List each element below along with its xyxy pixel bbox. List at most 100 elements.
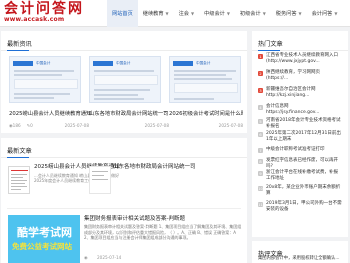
hot-article-item[interactable]: 3 新疆维吾尔自治区会计网 http://kzj.xinjiang... xyxy=(258,87,342,99)
news-thumbnail: 中国会计 xyxy=(169,56,241,103)
chevron-down-icon: ▼ xyxy=(165,11,169,16)
rank-badge: 11 xyxy=(258,201,263,207)
rank-badge: 10 xyxy=(258,185,263,191)
rank-badge: 3 xyxy=(258,87,263,93)
nav-label: 网站首页 xyxy=(112,11,133,17)
thumb-line xyxy=(14,70,74,72)
nav-label: 注会 xyxy=(178,11,189,17)
panel-divider xyxy=(1,50,247,51)
chevron-down-icon: ▼ xyxy=(262,11,266,16)
article-title[interactable]: 山东各地市财政局会计网站统一司 xyxy=(113,162,196,170)
latest-news-panel: 最新资讯 中国会计 2025崂山县会计人员继续教育通知 ◉ 186 ✎ 0 20… xyxy=(1,31,247,133)
hot-article-item[interactable]: 10 20x8年，某企业外币账户期末余额折算 xyxy=(258,185,342,197)
nav-label: 税务问答 xyxy=(275,11,297,17)
news-card-meta: 2025-07-08 xyxy=(89,123,169,128)
hot-article-link[interactable]: 会计信息网 https://jsy.finance.gov... xyxy=(266,104,342,116)
thumb-block xyxy=(174,83,238,93)
nav-accounting-qa[interactable]: 会计问答 ▼ xyxy=(307,0,343,27)
news-card-date: 2025-07-08 xyxy=(144,123,169,128)
hot-article-item[interactable]: 8 发票红字信息表已经作废，可以再开吗? xyxy=(258,158,342,170)
site-header: 会计问答网 www.accask.com 网站首页 继续教育 ▼ 注会 ▼ 中级会计… xyxy=(0,0,350,27)
promo-banner[interactable]: 酷学考试网 免费公益考试网站 xyxy=(8,215,80,263)
thumb-line xyxy=(14,93,70,95)
featured-article-meta: ◉ 2025-07-14 xyxy=(84,255,121,260)
hot-article-link[interactable]: 新疆维吾尔自治区会计网 http://kzj.xinjiang... xyxy=(266,87,342,99)
nav-continuing-education[interactable]: 继续教育 ▼ xyxy=(138,0,174,27)
logo-title: 会计问答网 xyxy=(4,1,84,17)
nav-junior-accounting[interactable]: 初级会计 ▼ xyxy=(235,0,271,27)
hot-article-link[interactable]: 2025年第二次2017年12月31日前出1年以上期末 xyxy=(266,131,342,143)
thumb-badge: 中国会计 xyxy=(196,61,211,65)
latest-articles-panel: 最新文章 2025崂山县会计人员继续教育通知 ...会计人员继续教育通知 崂山县… xyxy=(1,138,247,263)
news-card-title[interactable]: 2025崂山县会计人员继续教育通知 xyxy=(9,109,99,117)
hot-article-item[interactable]: 7 中级会计职称考试准考证打印 xyxy=(258,147,342,153)
news-card-meta: ◉ 186 ✎ 0 2025-07-08 xyxy=(9,123,89,128)
hot-article-link[interactable]: 江西省专业技术人员继续教育网入口(http://www.jxjypt.gov..… xyxy=(266,53,342,65)
eye-icon: ◉ xyxy=(84,255,88,260)
hot-article-link[interactable]: 中级会计职称考试准考证打印 xyxy=(266,147,325,153)
hot-article-item[interactable]: 9 浙江会计平台在线补缴考试费，补报工作地址 xyxy=(258,170,342,182)
thumb-block xyxy=(94,75,158,85)
rank-badge: 6 xyxy=(258,131,263,137)
news-thumbnail: 中国会计 xyxy=(89,56,161,103)
nav-cpa[interactable]: 注会 ▼ xyxy=(174,0,199,27)
featured-article-title[interactable]: 集团财务报表审计相关试题及答案-判断题 xyxy=(84,214,185,222)
nav-home[interactable]: 网站首页 xyxy=(107,0,138,27)
news-card-title[interactable]: 2026初级会计考试时间是什么时候 xyxy=(169,109,243,117)
comment-count: 0 xyxy=(30,123,33,128)
hot-article-link[interactable]: 2019年3月1日，甲公司外购一台不需安装的设备 xyxy=(266,201,342,213)
featured-article-date: 2025-07-14 xyxy=(97,255,122,260)
thumb-line xyxy=(174,78,232,80)
thumb-line xyxy=(94,94,138,96)
article-thumbnail[interactable] xyxy=(8,166,30,194)
thumb-line xyxy=(14,74,62,76)
rank-badge: 8 xyxy=(258,158,263,164)
panel-divider xyxy=(1,157,247,158)
thumb-header-bar xyxy=(173,61,193,66)
nav-label: 继续教育 xyxy=(142,11,164,17)
news-thumbnail: 中国会计 xyxy=(9,56,81,103)
thumb-badge: 中国会计 xyxy=(116,61,131,65)
rank-badge: 5 xyxy=(258,118,263,124)
nav-label: 会计问答 xyxy=(311,11,333,17)
rank-badge: 4 xyxy=(258,104,263,110)
featured-article-excerpt: 集团财务报表审计相关试题及答案-判断题 1、集团项目组应当了解集团及其环境、集团… xyxy=(84,224,242,240)
hot-article-item[interactable]: 2 陕西继续教育，学习网网页(https://... xyxy=(258,70,342,82)
nav-label: 初级会计 xyxy=(239,11,261,17)
thumb-block xyxy=(14,79,78,89)
hot-article-item[interactable]: 11 2019年3月1日，甲公司外购一台不需安装的设备 xyxy=(258,201,342,213)
thumb-badge: 中国会计 xyxy=(36,61,51,65)
article-thumbnail[interactable] xyxy=(89,166,111,194)
promo-title: 酷学考试网 xyxy=(17,226,72,239)
news-card-date: 2025-07-08 xyxy=(64,123,89,128)
hot-article-link[interactable]: 发票红字信息表已经作废，可以再开吗? xyxy=(266,158,342,170)
thumb-line xyxy=(94,70,154,72)
rank-badge: 2 xyxy=(258,70,263,76)
panel-divider xyxy=(252,50,348,51)
promo-subtitle: 免费公益考试网站 xyxy=(12,242,72,251)
hot-article-item[interactable]: 5 河南省2018年会计专业技术资格考试补报名 xyxy=(258,118,342,130)
hot-article-link[interactable]: 浙江会计平台在线补缴考试费，补报工作地址 xyxy=(266,170,342,182)
hot-article-item[interactable]: 6 2025年第二次2017年12月31日前出1年以上期末 xyxy=(258,131,342,143)
hot-article-item[interactable]: 1 江西省专业技术人员继续教育网入口(http://www.jxjypt.gov.… xyxy=(258,53,342,65)
panel-title: 最新文章 xyxy=(7,148,32,155)
hot-article-link[interactable]: 陕西继续教育，学习网网页(https://... xyxy=(266,70,342,82)
rank-badge: 9 xyxy=(258,170,263,176)
rank-badge: 1 xyxy=(258,53,263,59)
hot-article-item[interactable]: 4 会计信息网 https://jsy.finance.gov... xyxy=(258,104,342,116)
hot-article-link[interactable]: 河南省2018年会计专业技术资格考试补报名 xyxy=(266,118,342,130)
hot-article-link[interactable]: 20x8年，某企业外币账户期末余额折算 xyxy=(266,185,342,197)
thumb-line xyxy=(174,70,236,72)
nav-tax-qa[interactable]: 税务问答 ▼ xyxy=(271,0,307,27)
nav-intermediate-accounting[interactable]: 中级会计 ▼ xyxy=(199,0,235,27)
nav-label: 中级会计 xyxy=(204,11,225,17)
recommended-item[interactable]: 集团内部会计中，采用股权转让全额确认... xyxy=(258,255,346,261)
logo-url: www.accask.com xyxy=(4,16,65,23)
chevron-down-icon: ▼ xyxy=(191,11,195,16)
site-logo[interactable]: 会计问答网 www.accask.com xyxy=(4,1,84,25)
panel-title: 最新资讯 xyxy=(7,41,32,48)
news-card-title[interactable]: 山东各地市财政局会计网站统一司 xyxy=(89,109,179,117)
chevron-down-icon: ▼ xyxy=(298,11,302,16)
thumb-line xyxy=(94,89,150,91)
panel-title: 热门文章 xyxy=(258,41,283,48)
